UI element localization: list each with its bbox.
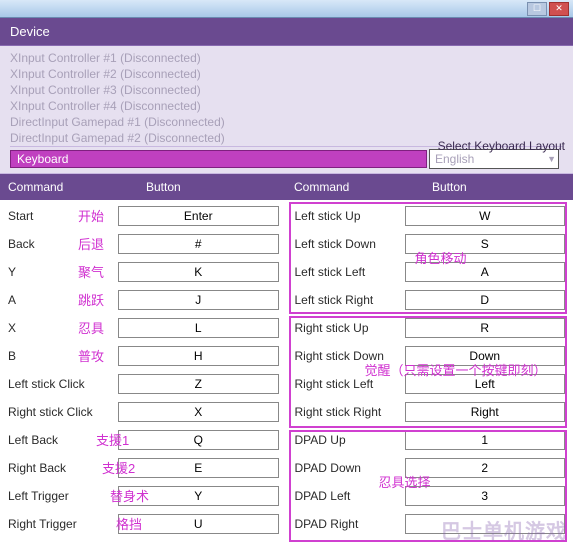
binding-row: Back xyxy=(4,230,283,258)
binding-row: A xyxy=(4,286,283,314)
binding-command-label: Back xyxy=(4,237,114,251)
binding-row: Left Trigger xyxy=(4,482,283,510)
binding-row: DPAD Right xyxy=(291,510,570,538)
binding-row: DPAD Left xyxy=(291,482,570,510)
binding-input[interactable] xyxy=(405,206,566,226)
binding-input[interactable] xyxy=(118,486,279,506)
binding-command-label: B xyxy=(4,349,114,363)
binding-command-label: DPAD Left xyxy=(291,489,401,503)
header-command: Command xyxy=(286,174,424,200)
binding-command-label: Left stick Left xyxy=(291,265,401,279)
binding-column-right: Left stick Up Left stick Down Left stick L… xyxy=(287,200,573,538)
header-button: Button xyxy=(138,174,286,200)
binding-input[interactable] xyxy=(405,514,566,534)
binding-input[interactable] xyxy=(405,290,566,310)
binding-row: Left Back xyxy=(4,426,283,454)
binding-command-label: Start xyxy=(4,209,114,223)
binding-command-label: Right stick Click xyxy=(4,405,114,419)
binding-input[interactable] xyxy=(118,430,279,450)
binding-command-label: Right stick Up xyxy=(291,321,401,335)
binding-row: Right stick Down xyxy=(291,342,570,370)
device-row[interactable]: XInput Controller #3 (Disconnected) xyxy=(10,82,563,98)
binding-row: X xyxy=(4,314,283,342)
binding-command-label: Left Back xyxy=(4,433,114,447)
binding-input[interactable] xyxy=(118,318,279,338)
device-list: XInput Controller #1 (Disconnected) XInp… xyxy=(0,46,573,174)
chevron-down-icon: ▼ xyxy=(547,154,556,164)
binding-row: Left stick Right xyxy=(291,286,570,314)
binding-input[interactable] xyxy=(118,514,279,534)
binding-row: Left stick Up xyxy=(291,202,570,230)
binding-row: Left stick Click xyxy=(4,370,283,398)
binding-command-label: A xyxy=(4,293,114,307)
binding-columns-header: Command Button Command Button xyxy=(0,174,573,200)
binding-row: Right Back xyxy=(4,454,283,482)
binding-command-label: Right Trigger xyxy=(4,517,114,531)
binding-input[interactable] xyxy=(118,262,279,282)
binding-input[interactable] xyxy=(405,346,566,366)
binding-row: Y xyxy=(4,258,283,286)
binding-row: Right stick Right xyxy=(291,398,570,426)
binding-command-label: DPAD Right xyxy=(291,517,401,531)
device-row[interactable]: DirectInput Gamepad #1 (Disconnected) xyxy=(10,114,563,130)
header-command: Command xyxy=(0,174,138,200)
binding-command-label: Left stick Right xyxy=(291,293,401,307)
keyboard-layout-value: English xyxy=(435,152,474,166)
binding-row: Left stick Left xyxy=(291,258,570,286)
binding-column-left: Start Back YAXB Left stick Click Right stick… xyxy=(0,200,287,538)
binding-command-label: Right stick Right xyxy=(291,405,401,419)
binding-input[interactable] xyxy=(405,486,566,506)
binding-row: Right Trigger xyxy=(4,510,283,538)
binding-input[interactable] xyxy=(118,374,279,394)
binding-command-label: Right stick Left xyxy=(291,377,401,391)
binding-input[interactable] xyxy=(405,374,566,394)
binding-command-label: Left stick Click xyxy=(4,377,114,391)
binding-input[interactable] xyxy=(405,402,566,422)
binding-row: DPAD Up xyxy=(291,426,570,454)
binding-input[interactable] xyxy=(118,206,279,226)
binding-input[interactable] xyxy=(118,290,279,310)
binding-row: Right stick Click xyxy=(4,398,283,426)
binding-command-label: X xyxy=(4,321,114,335)
binding-input[interactable] xyxy=(405,318,566,338)
binding-input[interactable] xyxy=(118,458,279,478)
binding-command-label: DPAD Up xyxy=(291,433,401,447)
binding-row: B xyxy=(4,342,283,370)
binding-row: Left stick Down xyxy=(291,230,570,258)
binding-input[interactable] xyxy=(405,458,566,478)
binding-input[interactable] xyxy=(118,402,279,422)
keyboard-layout-label: Select Keyboard Layout xyxy=(438,139,565,153)
maximize-button[interactable]: ☐ xyxy=(527,2,547,16)
binding-command-label: Right stick Down xyxy=(291,349,401,363)
device-panel-header: Device xyxy=(0,18,573,46)
binding-command-label: Left stick Up xyxy=(291,209,401,223)
binding-row: Start xyxy=(4,202,283,230)
binding-command-label: DPAD Down xyxy=(291,461,401,475)
binding-input[interactable] xyxy=(118,346,279,366)
device-row[interactable]: XInput Controller #1 (Disconnected) xyxy=(10,50,563,66)
binding-input[interactable] xyxy=(405,430,566,450)
device-row[interactable]: XInput Controller #4 (Disconnected) xyxy=(10,98,563,114)
binding-input[interactable] xyxy=(118,234,279,254)
binding-input[interactable] xyxy=(405,262,566,282)
device-keyboard-selected[interactable]: Keyboard xyxy=(10,150,427,168)
close-button[interactable]: ✕ xyxy=(549,2,569,16)
binding-row: DPAD Down xyxy=(291,454,570,482)
window-titlebar: ☐ ✕ xyxy=(0,0,573,18)
binding-command-label: Y xyxy=(4,265,114,279)
binding-command-label: Left stick Down xyxy=(291,237,401,251)
header-button: Button xyxy=(424,174,572,200)
binding-command-label: Right Back xyxy=(4,461,114,475)
binding-input[interactable] xyxy=(405,234,566,254)
binding-row: Right stick Up xyxy=(291,314,570,342)
device-row[interactable]: XInput Controller #2 (Disconnected) xyxy=(10,66,563,82)
binding-row: Right stick Left xyxy=(291,370,570,398)
binding-command-label: Left Trigger xyxy=(4,489,114,503)
